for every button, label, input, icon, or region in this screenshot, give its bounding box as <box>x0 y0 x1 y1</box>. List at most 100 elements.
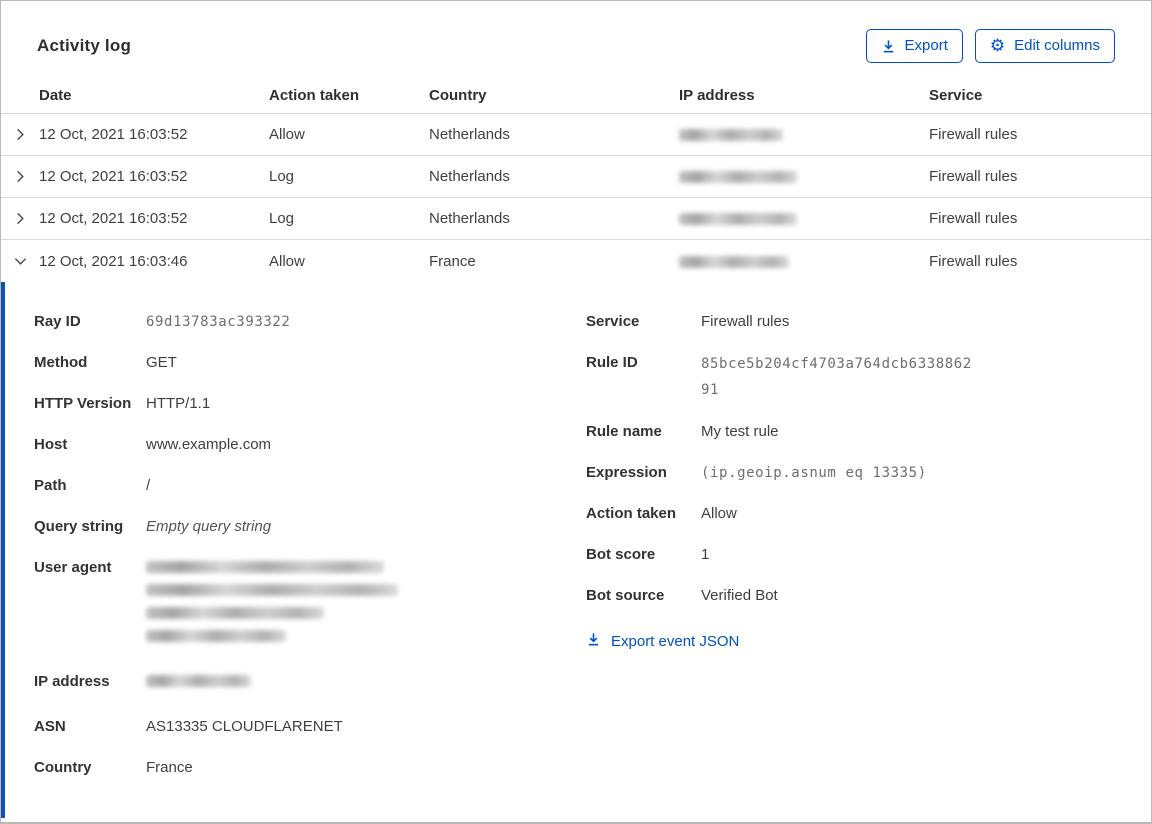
row-date: 12 Oct, 2021 16:03:52 <box>39 210 188 227</box>
detail-field-value: GET <box>146 354 177 371</box>
detail-field: Path / <box>34 474 586 498</box>
row-date: 12 Oct, 2021 16:03:52 <box>39 168 188 185</box>
redacted-value-blur <box>146 607 324 619</box>
detail-field: Bot source Verified Bot <box>586 584 1131 608</box>
detail-field-label: Service <box>586 313 640 330</box>
detail-field-value: Verified Bot <box>701 587 778 604</box>
detail-field: Expression (ip.geoip.asnum eq 13335) <box>586 461 1131 485</box>
detail-field: Country France <box>34 756 586 780</box>
detail-field-label: Country <box>34 759 92 776</box>
detail-field: ASN AS13335 CLOUDFLARENET <box>34 715 586 739</box>
toolbar: Export ⚙ Edit columns <box>865 29 1115 63</box>
detail-field: Host www.example.com <box>34 433 586 457</box>
detail-field: IP address <box>34 670 586 698</box>
redacted-ip-blur <box>679 129 783 142</box>
detail-field-value: Empty query string <box>146 518 272 535</box>
detail-field-value: 1 <box>701 546 710 563</box>
detail-field-value: HTTP/1.1 <box>146 395 211 412</box>
column-header-date: Date <box>39 87 72 104</box>
row-date: 12 Oct, 2021 16:03:46 <box>39 252 188 270</box>
detail-field-label: Bot source <box>586 587 665 604</box>
detail-field: Bot score 1 <box>586 543 1131 567</box>
detail-field: Method GET <box>34 351 586 375</box>
detail-field-label: Rule ID <box>586 354 638 371</box>
row-ip-address-redacted <box>679 210 929 227</box>
detail-field-label: IP address <box>34 673 110 690</box>
export-button[interactable]: Export <box>865 29 963 63</box>
detail-field-value: (ip.geoip.asnum eq 13335) <box>701 465 927 481</box>
detail-field-value: 69d13783ac393322 <box>146 314 291 330</box>
detail-field-label: ASN <box>34 718 66 735</box>
detail-right-column: Service Firewall rules Rule ID 85bce5b204cf… <box>586 310 1131 818</box>
header: Activity log Export ⚙ Edit columns <box>1 1 1151 63</box>
redacted-value-blur <box>146 630 286 642</box>
chevron-right-icon[interactable] <box>1 127 39 142</box>
row-country: Netherlands <box>429 126 510 143</box>
detail-field-label: Path <box>34 477 67 494</box>
detail-field-label: Method <box>34 354 88 371</box>
row-country: France <box>429 252 476 270</box>
row-service: Firewall rules <box>929 252 1018 270</box>
detail-field-value: Allow <box>701 505 737 522</box>
row-ip-address-redacted <box>679 253 929 270</box>
detail-field: Service Firewall rules <box>586 310 1131 334</box>
detail-field-label: HTTP Version <box>34 395 132 412</box>
detail-field-value: / <box>146 477 151 494</box>
detail-field: Rule ID 85bce5b204cf4703a764dcb633886291 <box>586 351 1131 403</box>
detail-field-value: My test rule <box>701 423 779 440</box>
export-event-json-label: Export event JSON <box>611 633 740 650</box>
row-ip-address-redacted <box>679 126 929 143</box>
row-service: Firewall rules <box>929 126 1018 143</box>
detail-field: Rule name My test rule <box>586 420 1131 444</box>
table-body: 12 Oct, 2021 16:03:52 Allow Netherlands Fir… <box>1 114 1151 282</box>
detail-field-label: Ray ID <box>34 313 81 330</box>
row-service: Firewall rules <box>929 168 1018 185</box>
table-header-row: Date Action taken Country IP address Ser… <box>1 87 1151 114</box>
detail-field: Ray ID 69d13783ac393322 <box>34 310 586 334</box>
row-action-taken: Allow <box>269 126 305 143</box>
detail-field: HTTP Version HTTP/1.1 <box>34 392 586 416</box>
chevron-down-icon[interactable] <box>1 254 39 269</box>
detail-field-value <box>146 556 398 653</box>
row-action-taken: Log <box>269 168 295 185</box>
edit-columns-button-label: Edit columns <box>1014 37 1100 54</box>
page-title: Activity log <box>37 36 132 55</box>
row-date: 12 Oct, 2021 16:03:52 <box>39 126 188 143</box>
detail-field-value: France <box>146 759 193 776</box>
download-icon <box>586 632 601 651</box>
detail-field: User agent <box>34 556 586 653</box>
export-event-json-link[interactable]: Export event JSON <box>586 632 739 651</box>
detail-field-label: Expression <box>586 464 667 481</box>
edit-columns-button[interactable]: ⚙ Edit columns <box>974 29 1115 63</box>
detail-field-value: AS13335 CLOUDFLARENET <box>146 718 343 735</box>
table-row[interactable]: 12 Oct, 2021 16:03:46 Allow France Firewall… <box>1 240 1151 282</box>
redacted-ip-blur <box>679 255 789 268</box>
chevron-right-icon[interactable] <box>1 211 39 226</box>
redacted-ip-blur <box>679 213 797 226</box>
table-row[interactable]: 12 Oct, 2021 16:03:52 Log Netherlands Firew… <box>1 156 1151 198</box>
column-header-action-taken: Action taken <box>269 87 360 104</box>
row-action-taken: Log <box>269 210 295 227</box>
expanded-event-detail: Ray ID 69d13783ac393322 Method GET HTTP Vers… <box>1 282 1151 818</box>
redacted-value-blur <box>146 675 251 687</box>
table-row[interactable]: 12 Oct, 2021 16:03:52 Allow Netherlands Fir… <box>1 114 1151 156</box>
column-header-service: Service <box>929 87 983 104</box>
row-action-taken: Allow <box>269 252 305 270</box>
column-header-country: Country <box>429 87 487 104</box>
export-button-label: Export <box>904 37 948 54</box>
activity-log-panel: Activity log Export ⚙ Edit columns Date … <box>0 0 1152 824</box>
detail-field-value: Firewall rules <box>701 313 790 330</box>
table-row[interactable]: 12 Oct, 2021 16:03:52 Log Netherlands Firew… <box>1 198 1151 240</box>
chevron-right-icon[interactable] <box>1 169 39 184</box>
detail-left-column: Ray ID 69d13783ac393322 Method GET HTTP Vers… <box>34 310 586 818</box>
gear-icon: ⚙ <box>989 36 1006 55</box>
detail-field-label: Rule name <box>586 423 662 440</box>
detail-field-label: User agent <box>34 559 112 576</box>
detail-field-value <box>146 670 251 698</box>
redacted-value-blur <box>146 584 398 596</box>
download-icon <box>881 39 896 54</box>
detail-field-value: 85bce5b204cf4703a764dcb633886291 <box>701 356 972 398</box>
row-country: Netherlands <box>429 210 510 227</box>
row-service: Firewall rules <box>929 210 1018 227</box>
row-country: Netherlands <box>429 168 510 185</box>
